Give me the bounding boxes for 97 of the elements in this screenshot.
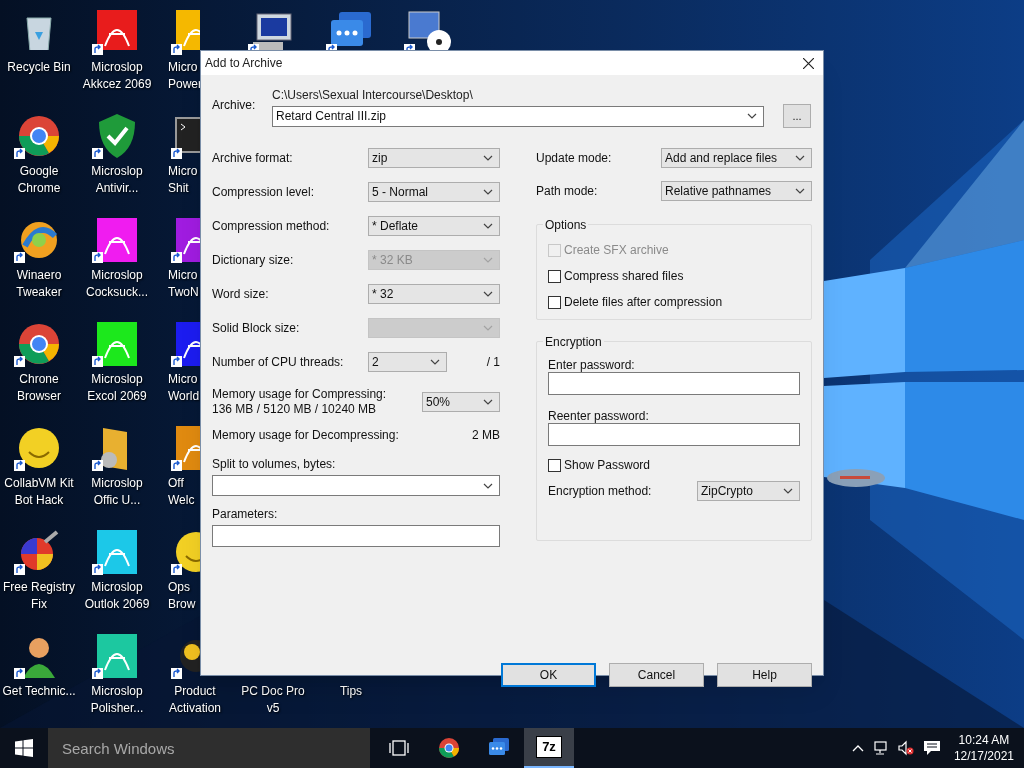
password-field[interactable] [548,372,800,395]
checkbox[interactable] [548,458,561,472]
task-view-icon [389,740,409,756]
field-label: Archive: [212,97,257,114]
dropdown[interactable]: zip [368,148,500,168]
icon-label[interactable]: Free Registry Fix [0,579,78,613]
taskbar-app[interactable]: 7z [524,728,574,768]
dropdown[interactable]: * 32 [368,284,500,304]
dropdown[interactable]: Add and replace files [661,147,812,168]
dropdown[interactable]: 50% [422,392,500,412]
checkbox[interactable] [548,269,561,283]
monitor-disc-icon[interactable] [405,8,453,50]
network-icon[interactable] [872,740,889,756]
icon-label[interactable]: Microslop Outlok 2069 [78,579,156,613]
browse-button[interactable]: ... [783,104,811,128]
chevron-down-icon [483,482,493,489]
icon-label[interactable]: Microslop Cocksuck... [78,267,156,301]
icon-label[interactable]: Micro Shit [168,163,198,197]
checkbox-label: Compress shared files [564,268,684,285]
icon-label[interactable]: Micro Power [168,59,198,93]
fish-drawing [826,466,886,490]
field-label: Enter password: [548,357,636,372]
chevron-down-icon [747,113,757,119]
password-field[interactable] [548,423,800,446]
checkbox-label: Show Password [564,457,651,474]
icon-label[interactable]: Micro World [168,371,198,405]
dropdown[interactable]: * Deflate [368,216,500,236]
icon-label[interactable]: Get Technic... [0,683,78,700]
clock[interactable]: 10:24 AM 12/17/2021 [953,732,1014,764]
field-label: Compression level: [212,184,315,201]
dropdown[interactable]: 2 [368,352,447,372]
icon-label[interactable]: Ops Brow [168,579,198,613]
checkbox-label: Delete files after compression [564,294,723,311]
chrome-icon [437,736,461,760]
chevron-down-icon [783,488,793,494]
window-title: Add to Archive [205,55,283,72]
dropdown[interactable]: Relative pathnames [661,180,812,201]
chevron-down-icon [483,257,493,263]
dialog-button[interactable]: Cancel [609,663,704,687]
icon-label[interactable]: Chrone Browser [0,371,78,405]
field-label: Solid Block size: [212,320,300,337]
volume-muted-icon[interactable] [897,740,914,756]
chevron-down-icon [795,154,805,161]
memory-reading: 136 MB / 5120 MB / 10240 MB [212,402,378,417]
dropdown[interactable]: 5 - Normal [368,182,500,202]
notification-icon[interactable] [922,740,941,756]
field-label: Compression method: [212,218,330,235]
icon-label[interactable]: CollabVM Kit Bot Hack [0,475,78,509]
field-label: Number of CPU threads: [212,354,345,371]
parameters-field[interactable] [212,525,500,547]
icon-label[interactable]: Recycle Bin [0,59,78,76]
chevron-down-icon [483,399,493,405]
memory-reading: 2 MB [472,427,500,444]
field-label: Parameters: [212,506,279,523]
icon-label[interactable]: Winaero Tweaker [0,267,78,301]
chevron-down-icon [483,189,493,195]
chevron-down-icon [483,325,493,331]
field-label: Memory usage for Compressing: [212,387,387,402]
field-label: Path mode: [536,182,598,200]
icon-label[interactable]: Product Activation [156,683,234,717]
path-text: C:\Users\Sexual Intercourse\Desktop\ [272,88,474,104]
thread-count: / 1 [486,354,500,371]
chevron-down-icon [483,155,493,161]
icon-label[interactable]: Google Chrome [0,163,78,197]
icon-label[interactable]: Off Welc [168,475,198,509]
icon-label[interactable]: Microslop Offic U... [78,475,156,509]
search-field[interactable]: Search Windows [48,728,370,768]
field-label: Reenter password: [548,408,650,423]
icon-label[interactable]: Micro TwoN [168,267,198,301]
chevron-down-icon [483,291,493,297]
icon-label[interactable]: Microslop Excol 2069 [78,371,156,405]
split-volumes-field[interactable] [212,475,500,496]
icon-label[interactable]: Microslop Akkcez 2069 [78,59,156,93]
chevron-down-icon [795,187,805,194]
checkbox-label: Create SFX archive [564,242,669,259]
field-label: Archive format: [212,150,293,167]
archive-name-field[interactable]: Retard Central III.zip [272,105,764,127]
icon-label[interactable]: PC Doc Pro v5 [234,683,312,717]
field-label: Dictionary size: [212,252,294,269]
dialog-button[interactable]: OK [501,663,596,687]
close-icon [802,57,814,69]
dialog-button[interactable]: Help [717,663,812,687]
icon-label[interactable]: Microslop Antivir... [78,163,156,197]
icon-label[interactable]: Microslop Polisher... [78,683,156,717]
field-label: Word size: [212,286,269,303]
chevron-down-icon [483,223,493,229]
chevron-up-icon[interactable] [851,744,864,752]
icon-label[interactable]: Tips [312,683,390,700]
dropdown[interactable]: ZipCrypto [697,481,800,501]
archiver-logo: 7z [537,737,561,757]
field-label: Encryption method: [548,483,652,500]
chevron-down-icon [430,359,440,365]
field-label: Update mode: [536,149,612,167]
start-icon [15,739,33,757]
field-label: Memory usage for Decompressing: [212,427,399,444]
field-label: Split to volumes, bytes: [212,456,337,473]
checkbox[interactable] [548,295,561,309]
